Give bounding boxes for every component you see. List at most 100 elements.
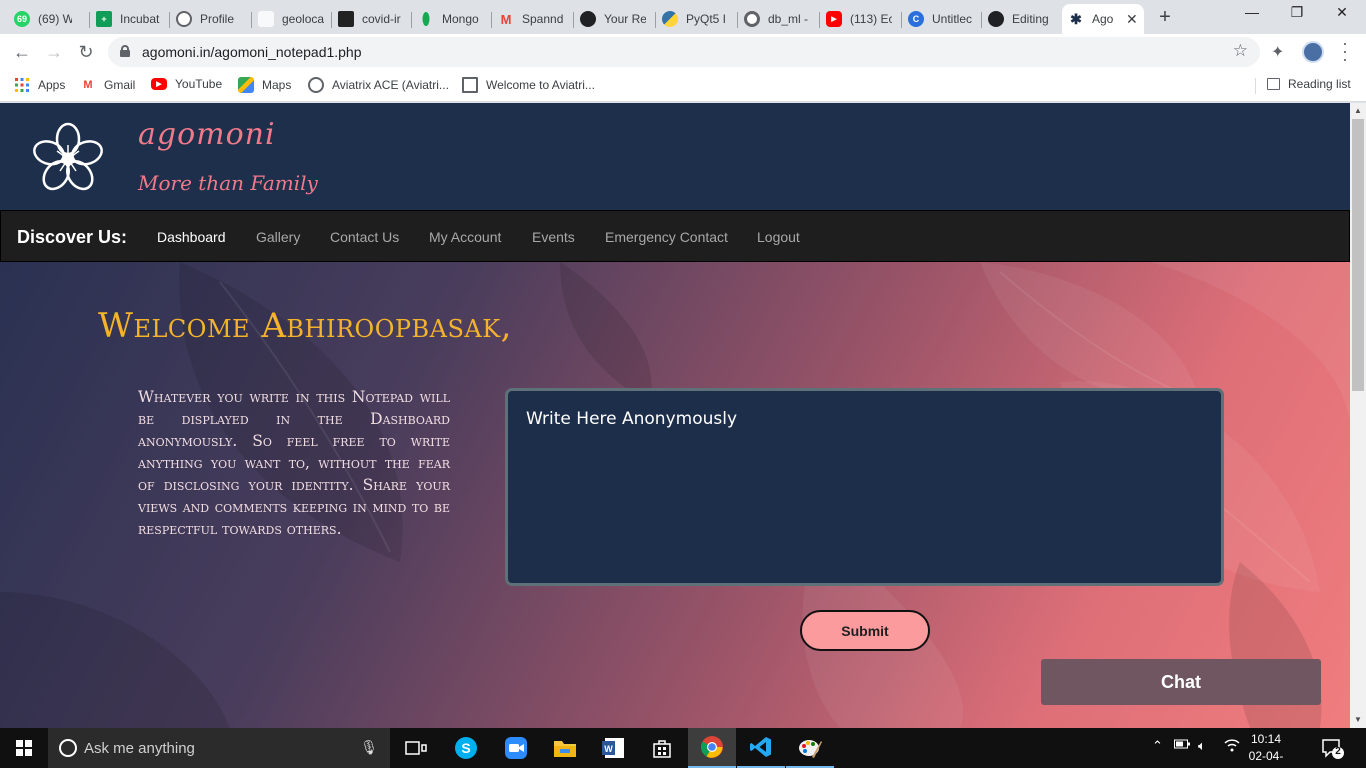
chrome-icon[interactable] xyxy=(688,728,736,768)
nav-title: Discover Us: xyxy=(17,227,128,247)
file-explorer-icon[interactable] xyxy=(541,728,589,768)
browser-tab[interactable]: geoloca xyxy=(252,4,332,34)
aviatrix-icon xyxy=(308,77,324,93)
page-scrollbar[interactable]: ▲ ▼ xyxy=(1350,103,1366,728)
brand-tagline: More than Family xyxy=(138,171,318,195)
browser-tab[interactable]: Your Re xyxy=(574,4,656,34)
tab-label: Ago xyxy=(1092,12,1114,26)
browser-toolbar: ← → ↻ agomoni.in/agomoni_notepad1.php ☆ … xyxy=(0,34,1366,70)
nav-gallery[interactable]: Gallery xyxy=(256,229,300,245)
browser-tab[interactable]: M Spannd xyxy=(492,4,574,34)
taskbar-clock[interactable]: 10:14 02-04-2021 xyxy=(1238,731,1294,768)
extensions-icon[interactable]: ✦ xyxy=(1271,42,1284,62)
word-icon[interactable]: W xyxy=(589,728,637,768)
back-icon[interactable]: ← xyxy=(10,40,34,64)
vscode-icon[interactable] xyxy=(737,728,785,768)
tab-label: Incubat xyxy=(120,12,160,26)
profile-avatar[interactable] xyxy=(1302,41,1324,63)
page-icon xyxy=(258,11,274,27)
windows-taskbar: Ask me anything 🎙︎ S W ⌃ 🔈︎ 10:14 02-04-… xyxy=(0,728,1366,768)
browser-tab[interactable]: covid-ir xyxy=(332,4,412,34)
notepad-section: Welcome Abhiroopbasak, Whatever you writ… xyxy=(0,262,1350,728)
paint-icon[interactable] xyxy=(786,728,834,768)
chrome-menu-icon[interactable]: · · · xyxy=(1338,34,1352,68)
sheets-icon: + xyxy=(96,11,112,27)
tab-label: Your Re xyxy=(604,12,646,26)
canva-icon: C xyxy=(908,11,924,27)
chat-button[interactable]: Chat xyxy=(1041,659,1321,705)
bookmark-maps[interactable]: Maps xyxy=(238,77,291,93)
nav-emergency-contact[interactable]: Emergency Contact xyxy=(605,229,728,245)
address-bar[interactable]: agomoni.in/agomoni_notepad1.php ☆ xyxy=(108,37,1260,67)
gmail-icon: M xyxy=(83,79,93,91)
scrollbar-thumb[interactable] xyxy=(1352,119,1364,391)
reload-icon[interactable]: ↻ xyxy=(74,40,98,64)
agomoni-flower-logo xyxy=(33,122,103,191)
tab-label: covid-ir xyxy=(362,12,401,26)
browser-tab[interactable]: db_ml - xyxy=(738,4,820,34)
bookmark-label: Apps xyxy=(38,78,66,92)
windows-logo-icon xyxy=(16,740,32,756)
tab-label: (69) Wh xyxy=(38,12,72,26)
task-view-icon[interactable] xyxy=(392,728,440,768)
nav-dashboard[interactable]: Dashboard xyxy=(157,229,226,245)
store-icon[interactable] xyxy=(638,728,686,768)
browser-tab[interactable]: PyQt5 I xyxy=(656,4,738,34)
lock-icon xyxy=(120,45,130,57)
tab-label: Editing xyxy=(1012,12,1049,26)
bookmarks-bar: Apps M Gmail ▶ YouTube Maps Aviatrix ACE… xyxy=(0,70,1366,102)
close-tab-icon[interactable]: ✕ xyxy=(1126,11,1138,28)
brand-name: agomoni xyxy=(138,117,276,152)
nav-my-account[interactable]: My Account xyxy=(429,229,501,245)
browser-tab[interactable]: Profile xyxy=(170,4,252,34)
nav-contact-us[interactable]: Contact Us xyxy=(330,229,399,245)
battery-icon[interactable] xyxy=(1174,738,1190,753)
github-icon xyxy=(988,11,1004,27)
bookmark-label: Maps xyxy=(262,78,292,92)
browser-tab[interactable]: ▶ (113) Ec xyxy=(820,4,902,34)
reading-list-label: Reading list xyxy=(1288,77,1351,91)
browser-tab[interactable]: + Incubat xyxy=(90,4,170,34)
browser-tab[interactable]: Mongo xyxy=(412,4,492,34)
bookmark-welcome-aviatrix[interactable]: Welcome to Aviatri... xyxy=(462,77,595,93)
nav-logout[interactable]: Logout xyxy=(757,229,800,245)
bookmark-label: Welcome to Aviatri... xyxy=(486,78,595,92)
browser-tab[interactable]: 69 (69) Wh xyxy=(8,4,90,34)
taskbar-search[interactable]: Ask me anything 🎙︎ xyxy=(48,728,390,768)
bookmark-gmail[interactable]: M Gmail xyxy=(80,77,135,93)
anonymous-notepad-input[interactable] xyxy=(505,388,1224,586)
agomoni-flower-icon: ✱ xyxy=(1070,10,1082,27)
reading-list-button[interactable]: Reading list xyxy=(1267,77,1351,91)
forward-icon[interactable]: → xyxy=(42,40,66,64)
minimize-icon[interactable]: — xyxy=(1232,4,1272,20)
globe-icon xyxy=(176,11,192,27)
skype-icon[interactable]: S xyxy=(442,728,490,768)
notepad-instructions: Whatever you write in this Notepad will … xyxy=(138,388,450,538)
submit-button[interactable]: Submit xyxy=(800,610,930,651)
show-hidden-icons[interactable]: ⌃ xyxy=(1152,738,1163,754)
close-window-icon[interactable]: ✕ xyxy=(1322,4,1362,21)
tab-label: Mongo xyxy=(442,12,479,26)
browser-tabstrip: 69 (69) Wh + Incubat Profile geoloca cov… xyxy=(0,0,1366,34)
bookmark-star-icon[interactable]: ☆ xyxy=(1233,41,1248,61)
youtube-icon: ▶ xyxy=(826,11,842,27)
bookmark-aviatrix-ace[interactable]: Aviatrix ACE (Aviatri... xyxy=(308,77,449,93)
restore-icon[interactable]: ❐ xyxy=(1277,4,1317,21)
tab-label: db_ml - xyxy=(768,12,809,26)
bookmark-youtube[interactable]: ▶ YouTube xyxy=(151,77,222,91)
action-center-icon[interactable]: 2 xyxy=(1320,736,1344,760)
scroll-up-icon[interactable]: ▲ xyxy=(1350,103,1366,119)
clock-time: 10:14 xyxy=(1250,732,1282,746)
bookmark-apps[interactable]: Apps xyxy=(14,77,65,93)
browser-tab[interactable]: C Untitlec xyxy=(902,4,982,34)
microphone-icon[interactable]: 🎙︎ xyxy=(360,739,378,756)
volume-muted-icon[interactable]: 🔈︎ xyxy=(1198,738,1206,754)
browser-tab-active[interactable]: ✱ Ago ✕ xyxy=(1062,4,1144,34)
nav-events[interactable]: Events xyxy=(532,229,575,245)
github-icon xyxy=(580,11,596,27)
new-tab-button[interactable]: + xyxy=(1155,6,1175,29)
zoom-icon[interactable] xyxy=(492,728,540,768)
scroll-down-icon[interactable]: ▼ xyxy=(1350,712,1366,728)
start-button[interactable] xyxy=(0,728,48,768)
browser-tab[interactable]: Editing xyxy=(982,4,1062,34)
